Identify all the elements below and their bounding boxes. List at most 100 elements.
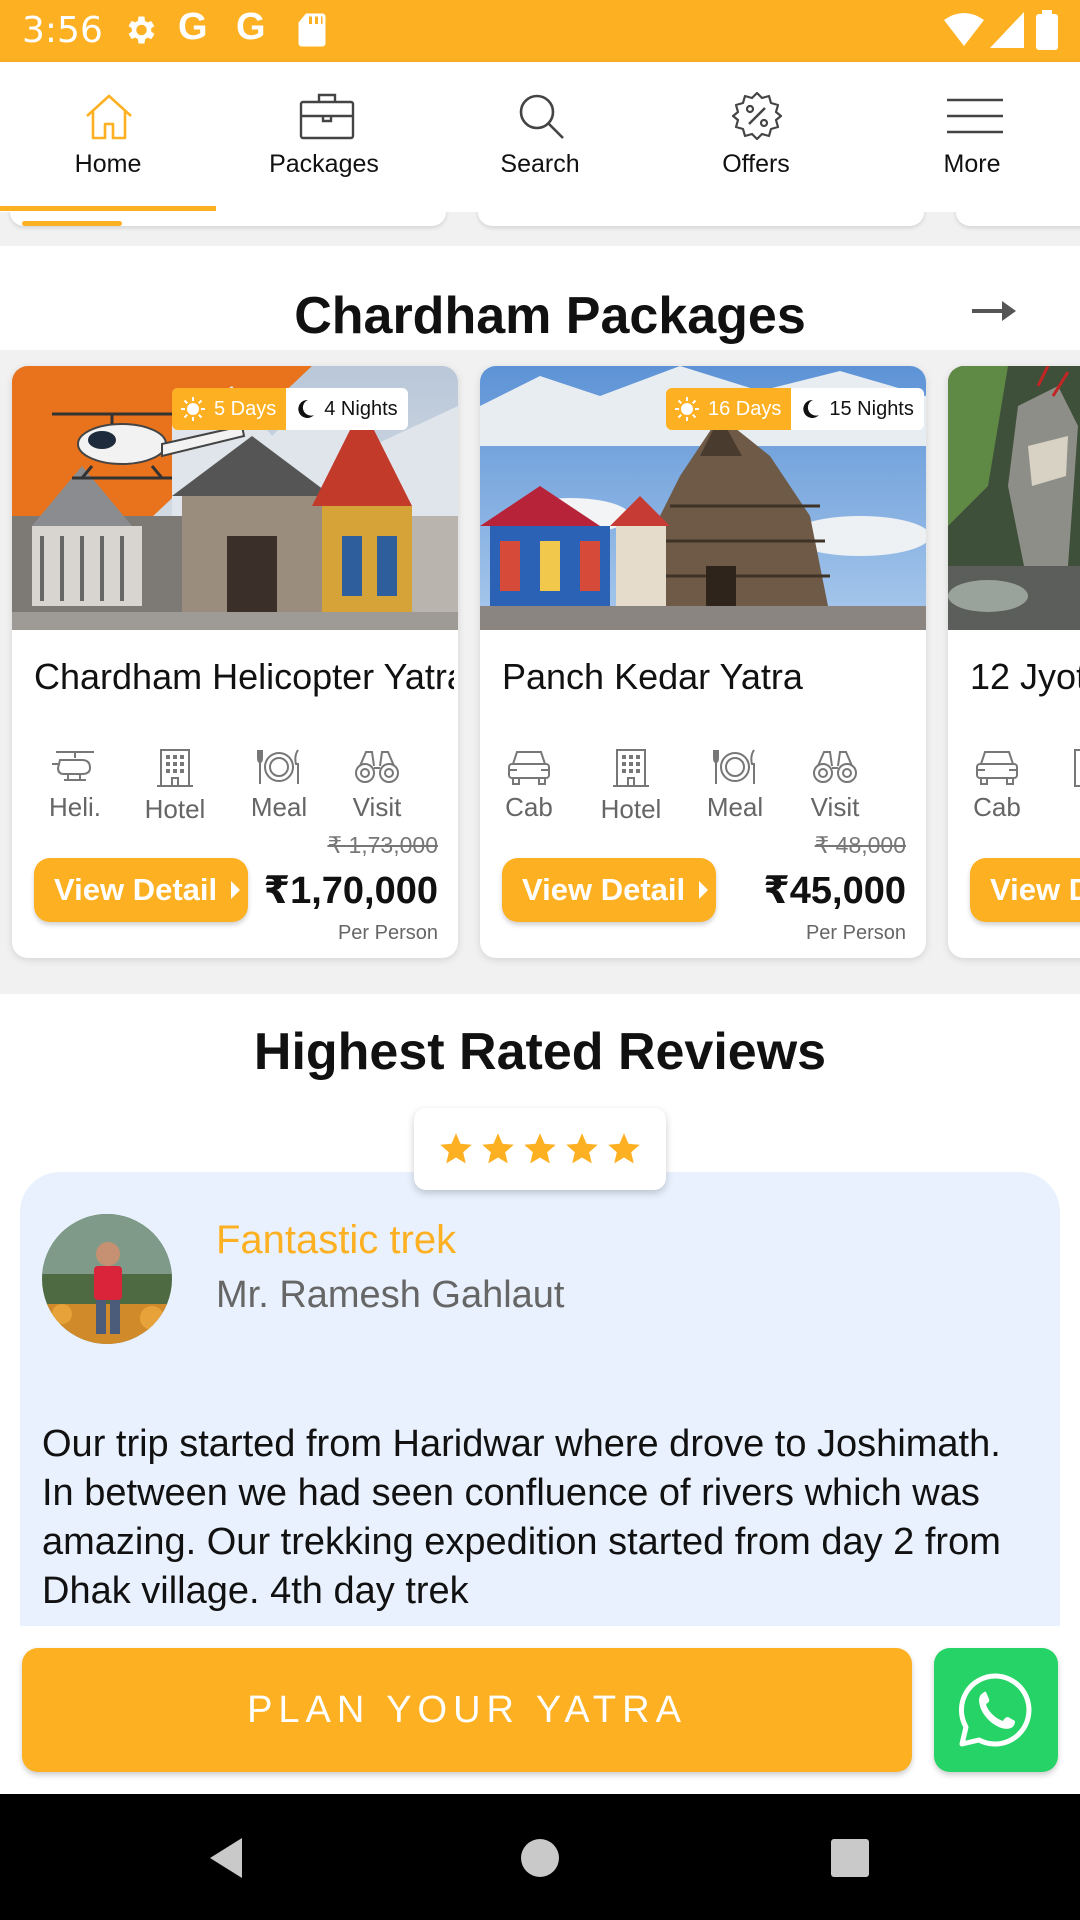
briefcase-icon [299,93,355,140]
nav-home-label: Home [74,150,142,178]
duration-badge: 5 Days 4 Nights [172,388,408,430]
home-button-icon[interactable] [520,1838,560,1878]
nav-home[interactable]: Home [0,62,216,212]
feature-hotel: H [1044,746,1080,825]
bottom-cta-bar: PLAN YOUR YATRA [0,1626,1080,1794]
hotel-icon [1074,749,1080,787]
android-navigation-bar [0,1794,1080,1920]
star-icon [440,1133,472,1164]
days-label: 16 Days [708,397,782,420]
top-navigation: Home Packages Search Offers More [0,62,1080,212]
whatsapp-icon [958,1673,1032,1747]
previous-card [10,212,446,226]
google-g-icon: G [236,6,266,48]
battery-icon [1036,10,1058,50]
car-icon [976,751,1018,785]
nav-offers[interactable]: Offers [648,62,864,212]
feature-hotel: Hotel [130,746,220,825]
packages-carousel[interactable]: 5 Days 4 Nights Chardham Helicopter Yatr… [0,350,1080,994]
nav-packages-label: Packages [269,150,379,178]
star-icon [608,1133,640,1164]
feature-meal: Meal [690,746,780,823]
hotel-icon [157,749,193,787]
chardham-packages-section: Chardham Packages 5 Days 4 Nights Chardh… [0,246,1080,994]
binoculars-icon [813,751,857,783]
package-title: 12 Jyotirlinga [970,656,1080,697]
previous-card [478,212,924,226]
nav-offers-label: Offers [722,150,790,178]
package-title: Panch Kedar Yatra [502,656,803,697]
search-icon [519,94,564,139]
hotel-icon [613,749,649,787]
original-price: ₹ 48,000 [814,832,906,858]
status-bar: 3:56 G G [0,0,1080,62]
star-icon [566,1133,598,1164]
nav-search[interactable]: Search [432,62,648,212]
previous-section-edge [0,212,1080,246]
reviews-section: Highest Rated Reviews Fantastic trek Mr.… [0,994,1080,1672]
feature-cab: Cab [952,746,1042,823]
view-detail-button[interactable]: View Detail [502,858,716,922]
status-time: 3:56 [22,10,103,51]
feature-visit: Visit [790,746,880,823]
duration-badge: 16 Days 15 Nights [666,388,924,430]
feature-meal: Meal [234,746,324,823]
reviewer-name: Mr. Ramesh Gahlaut [216,1274,565,1316]
nav-active-indicator [0,206,216,211]
reviews-title: Highest Rated Reviews [253,1023,827,1081]
offer-badge-icon [731,91,783,141]
nights-label: 15 Nights [829,397,914,420]
per-person-label: Per Person [805,922,906,944]
helicopter-icon [52,751,94,781]
feature-hotel: Hotel [586,746,676,825]
previous-card [956,212,1080,226]
whatsapp-button[interactable] [934,1648,1058,1772]
nights-label: 4 Nights [324,397,398,420]
sun-icon [675,397,699,421]
view-detail-button[interactable]: View Detail [34,858,248,922]
nav-search-label: Search [500,150,580,178]
feature-helicopter: Heli. [30,746,120,823]
settings-icon [128,16,155,44]
meal-icon [713,749,755,784]
package-card[interactable]: 12 Jyotirlinga Cab H View Detail [948,366,1080,958]
discounted-price: ₹1,70,000 [263,870,438,912]
plan-your-yatra-button[interactable]: PLAN YOUR YATRA [22,1648,912,1772]
nav-packages[interactable]: Packages [216,62,432,212]
back-icon[interactable] [206,1836,246,1880]
moon-icon [803,399,820,418]
original-price: ₹ 1,73,000 [327,832,438,858]
signal-icon [990,12,1024,48]
review-title: Fantastic trek [216,1218,457,1262]
package-title: Chardham Helicopter Yatra [34,656,454,697]
discounted-price: ₹45,000 [763,870,906,912]
star-icon [482,1133,514,1164]
star-rating [414,1108,666,1190]
home-icon [86,94,132,140]
moon-icon [298,399,315,418]
review-card[interactable]: Fantastic trek Mr. Ramesh Gahlaut Our tr… [20,1172,1060,1672]
sun-icon [181,397,205,421]
caret-right-icon [699,881,709,899]
caret-right-icon [231,881,241,899]
package-image [948,366,1080,630]
per-person-label: Per Person [337,922,438,944]
review-text: Our trip started from Haridwar where dro… [42,1423,1001,1612]
feature-cab: Cab [484,746,574,823]
package-card[interactable]: 5 Days 4 Nights Chardham Helicopter Yatr… [12,366,458,958]
wifi-icon [944,13,984,46]
meal-icon [257,749,299,784]
sd-card-icon [298,13,326,47]
arrow-right-icon[interactable] [970,298,1018,324]
binoculars-icon [355,751,399,783]
nav-more-label: More [943,150,1001,178]
menu-icon [947,98,1003,134]
reviewer-avatar [42,1214,172,1344]
days-label: 5 Days [214,397,277,420]
section-title: Chardham Packages [294,287,806,345]
car-icon [508,751,550,785]
package-card[interactable]: 16 Days 15 Nights Panch Kedar Yatra Cab … [480,366,926,958]
recents-icon[interactable] [830,1838,870,1878]
nav-more[interactable]: More [864,62,1080,212]
view-detail-button[interactable]: View Detail [970,858,1080,922]
